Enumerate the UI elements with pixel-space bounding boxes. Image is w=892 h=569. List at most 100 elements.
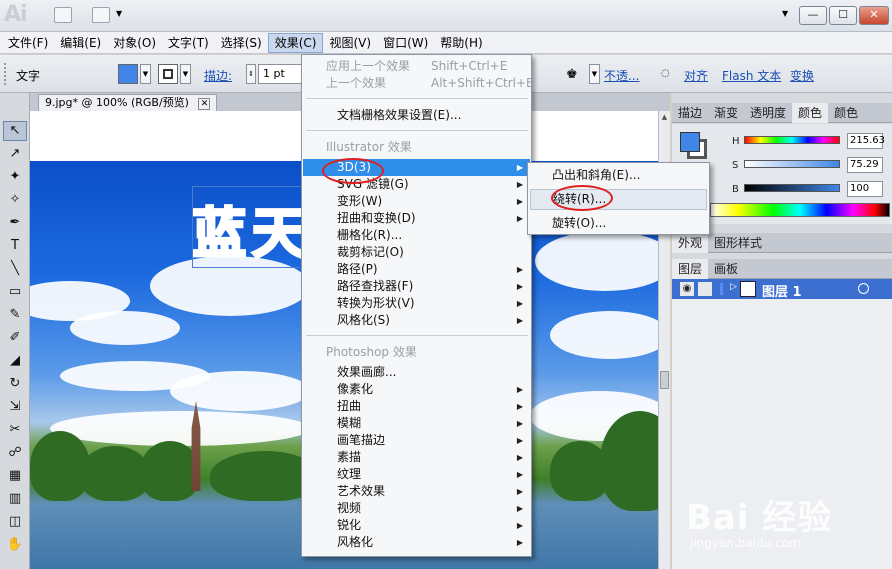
menu-4[interactable]: 选择(S) xyxy=(215,33,268,53)
channel-s-slider[interactable] xyxy=(744,160,840,168)
layer-tabs-tab-1[interactable]: 画板 xyxy=(708,259,744,279)
tool-15-icon[interactable]: ▦ xyxy=(3,466,27,486)
color-spectrum[interactable] xyxy=(710,203,890,217)
document-tab[interactable]: 9.jpg* @ 100% (RGB/预览) ✕ xyxy=(38,94,218,111)
stroke-weight-input[interactable]: 1 pt xyxy=(258,64,302,84)
align-link[interactable]: 对齐 xyxy=(684,67,708,84)
layer-name[interactable]: 图层 1 xyxy=(762,281,802,300)
color-tabs-tab-0[interactable]: 描边 xyxy=(672,103,708,123)
tool-18-icon[interactable]: ✋ xyxy=(3,535,27,555)
effect-menu-item[interactable]: 效果画廊... xyxy=(303,364,530,381)
fill-dropdown-icon[interactable]: ▼ xyxy=(140,64,151,84)
effect-menu-item[interactable]: 画笔描边 ▶ xyxy=(303,432,530,449)
effect-menu-item[interactable]: 变形(W) ▶ xyxy=(303,193,530,210)
effect-menu-item[interactable]: 扭曲 ▶ xyxy=(303,398,530,415)
chevron-down-icon[interactable]: ▼ xyxy=(116,9,122,18)
stroke-dropdown-icon[interactable]: ▼ xyxy=(180,64,191,84)
bridge-icon[interactable] xyxy=(54,7,72,23)
minimize-button[interactable]: — xyxy=(799,6,827,25)
menu-1[interactable]: 编辑(E) xyxy=(54,33,107,53)
color-tabs-tab-4[interactable]: 颜色 xyxy=(828,103,864,123)
visibility-eye-icon[interactable]: ◉ xyxy=(680,282,694,296)
tool-9-icon[interactable]: ✐ xyxy=(3,328,27,348)
menu-6[interactable]: 视图(V) xyxy=(323,33,377,53)
tool-3-icon[interactable]: ✧ xyxy=(3,190,27,210)
effect-menu-item[interactable]: 视频 ▶ xyxy=(303,500,530,517)
tool-0-icon[interactable]: ↖ xyxy=(3,121,27,141)
effect-menu-item[interactable]: 风格化(S) ▶ xyxy=(303,312,530,329)
effect-menu-item[interactable]: 文档栅格效果设置(E)... xyxy=(303,107,530,124)
effect-menu-item[interactable]: 风格化 ▶ xyxy=(303,534,530,551)
stroke-label[interactable]: 描边: xyxy=(204,67,232,84)
lock-toggle[interactable] xyxy=(698,282,712,296)
effect-menu-item[interactable]: 锐化 ▶ xyxy=(303,517,530,534)
tool-11-icon[interactable]: ↻ xyxy=(3,374,27,394)
menu-8[interactable]: 帮助(H) xyxy=(434,33,488,53)
tool-14-icon[interactable]: ☍ xyxy=(3,443,27,463)
effect-menu-item[interactable]: 纹理 ▶ xyxy=(303,466,530,483)
tool-1-icon[interactable]: ↗ xyxy=(3,144,27,164)
tool-7-icon[interactable]: ▭ xyxy=(3,282,27,302)
effect-menu-item[interactable]: 路径(P) ▶ xyxy=(303,261,530,278)
fill-swatch[interactable] xyxy=(118,64,138,84)
tool-17-icon[interactable]: ◫ xyxy=(3,512,27,532)
appear-tabs-tab-1[interactable]: 图形样式 xyxy=(708,233,768,253)
stroke-weight-stepper[interactable]: ⇕ xyxy=(246,64,256,84)
appear-tabs-tab-0[interactable]: 外观 xyxy=(672,233,709,253)
effect-menu-item[interactable]: 像素化 ▶ xyxy=(303,381,530,398)
stroke-swatch[interactable] xyxy=(158,64,178,84)
menu-7[interactable]: 窗口(W) xyxy=(377,33,434,53)
channel-h-input[interactable]: 215.63 xyxy=(847,133,885,149)
effect-menu-item[interactable]: 艺术效果 ▶ xyxy=(303,483,530,500)
tool-5-icon[interactable]: T xyxy=(3,236,27,256)
color-tabs-tab-2[interactable]: 透明度 xyxy=(744,103,792,123)
flash-text-link[interactable]: Flash 文本 xyxy=(722,67,781,84)
workspace-dropdown-icon[interactable]: ▼ xyxy=(782,9,788,18)
effect-menu-item[interactable]: 转换为形状(V) ▶ xyxy=(303,295,530,312)
grip-handle[interactable] xyxy=(4,63,8,85)
3d-submenu-item-0[interactable]: 凸出和斜角(E)... xyxy=(530,165,707,186)
layer-tabs-tab-0[interactable]: 图层 xyxy=(672,259,709,279)
color-tabs-tab-3[interactable]: 颜色 xyxy=(792,103,829,123)
tool-2-icon[interactable]: ✦ xyxy=(3,167,27,187)
tool-4-icon[interactable]: ✒ xyxy=(3,213,27,233)
effect-menu-item[interactable]: 模糊 ▶ xyxy=(303,415,530,432)
channel-b-input[interactable]: 100 xyxy=(847,181,883,197)
selection-bounding-box[interactable] xyxy=(192,186,307,268)
effect-menu-item[interactable]: 素描 ▶ xyxy=(303,449,530,466)
tool-6-icon[interactable]: ╲ xyxy=(3,259,27,279)
transform-link[interactable]: 变换 xyxy=(790,67,814,84)
menu-5[interactable]: 效果(C) xyxy=(267,32,324,53)
menu-0[interactable]: 文件(F) xyxy=(2,33,54,53)
menu-3[interactable]: 文字(T) xyxy=(162,33,215,53)
scrollbar-thumb[interactable] xyxy=(660,371,669,389)
effect-menu-item[interactable]: 扭曲和变换(D) ▶ xyxy=(303,210,530,227)
color-tabs-tab-1[interactable]: 渐变 xyxy=(708,103,744,123)
menu-2[interactable]: 对象(O) xyxy=(107,33,162,53)
tool-10-icon[interactable]: ◢ xyxy=(3,351,27,371)
style-dropdown-icon[interactable]: ▼ xyxy=(589,64,600,84)
effect-menu-item[interactable]: 栅格化(R)... xyxy=(303,227,530,244)
layer-target-icon[interactable] xyxy=(858,283,869,294)
tool-13-icon[interactable]: ✂ xyxy=(3,420,27,440)
arrange-documents-icon[interactable] xyxy=(92,7,110,23)
close-icon[interactable]: ✕ xyxy=(198,98,211,110)
opacity-label[interactable]: 不透... xyxy=(604,67,639,84)
effect-menu-item[interactable]: 路径查找器(F) ▶ xyxy=(303,278,530,295)
3d-submenu-item-2[interactable]: 旋转(O)... xyxy=(530,213,707,234)
tool-16-icon[interactable]: ▥ xyxy=(3,489,27,509)
channel-h-slider[interactable] xyxy=(744,136,840,144)
tool-8-icon[interactable]: ✎ xyxy=(3,305,27,325)
effect-menu-item[interactable]: 裁剪标记(O) xyxy=(303,244,530,261)
recolor-icon[interactable]: ◌ xyxy=(661,68,670,79)
maximize-button[interactable]: ☐ xyxy=(829,6,857,25)
panel-fill-swatch[interactable] xyxy=(680,132,700,152)
layer-row[interactable]: ◉ ▷ 图层 1 xyxy=(672,279,892,300)
brush-icon[interactable]: ♚ xyxy=(566,67,578,82)
channel-s-input[interactable]: 75.29 xyxy=(847,157,883,173)
tool-12-icon[interactable]: ⇲ xyxy=(3,397,27,417)
scroll-up-icon[interactable]: ▲ xyxy=(660,113,669,121)
channel-b-slider[interactable] xyxy=(744,184,840,192)
close-window-button[interactable]: ✕ xyxy=(859,6,889,25)
expand-triangle-icon[interactable]: ▷ xyxy=(730,282,737,292)
